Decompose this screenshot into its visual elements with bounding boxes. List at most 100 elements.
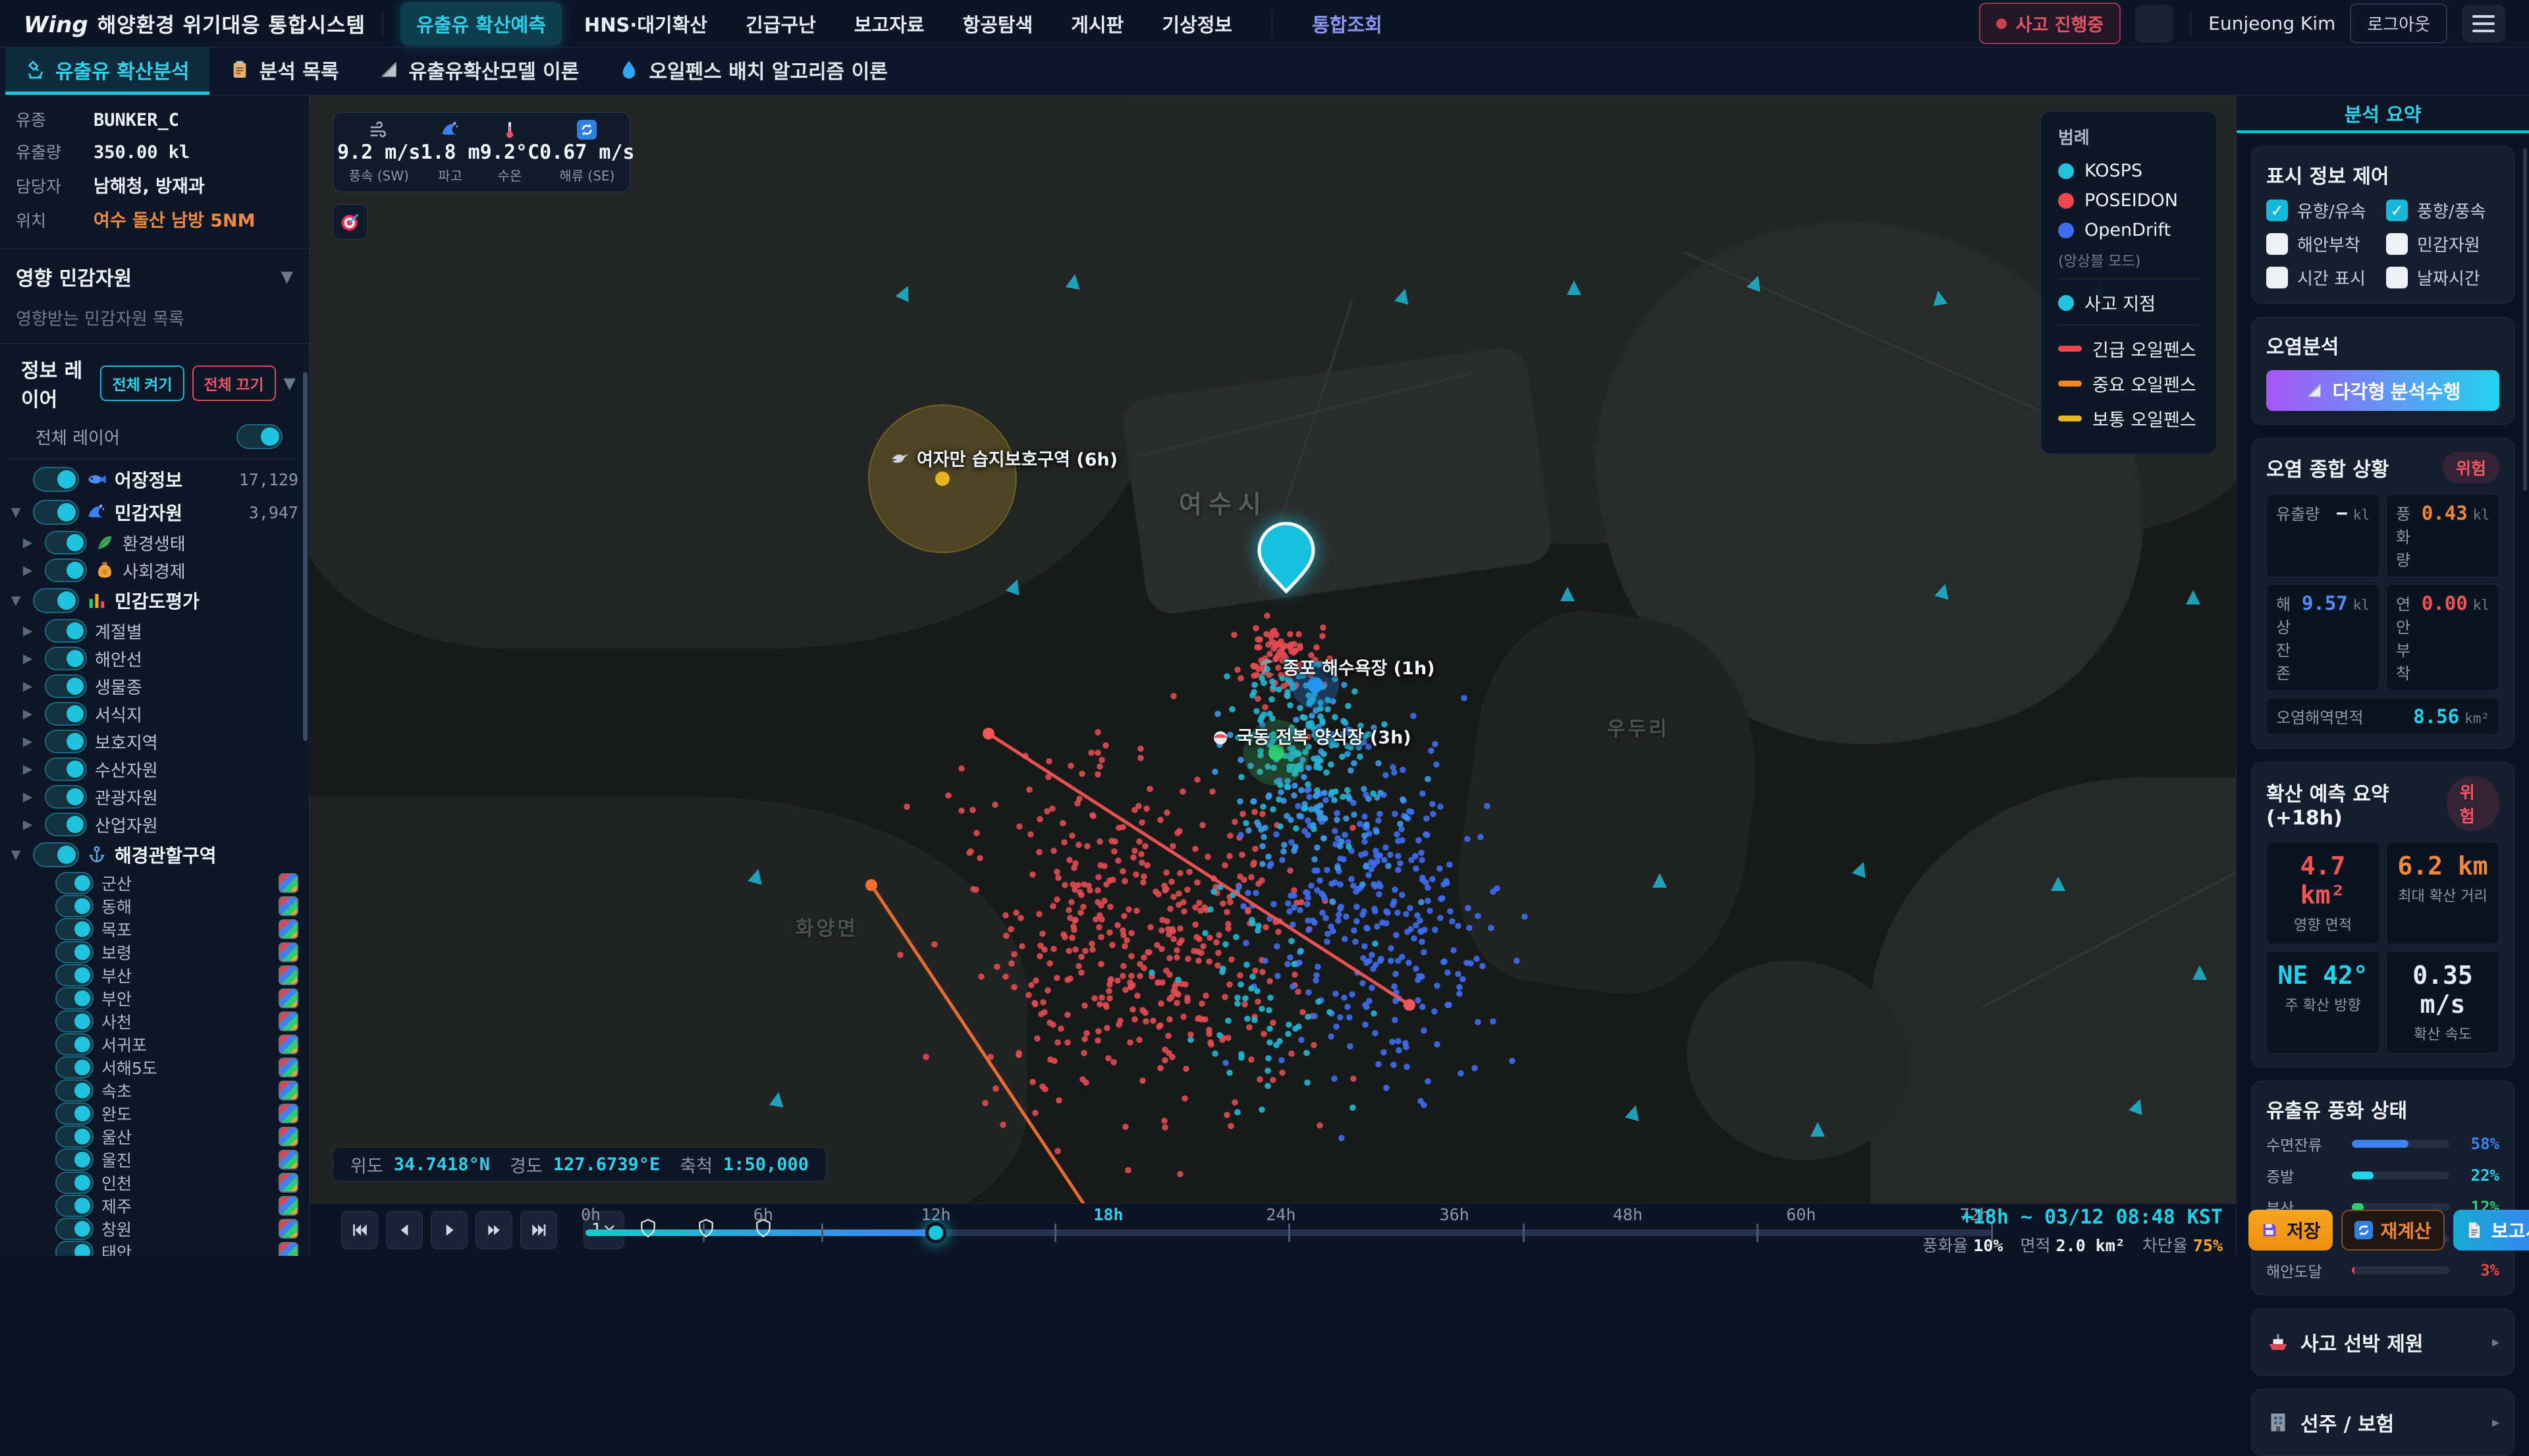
layer-row-해안선[interactable]: ▶해안선	[7, 645, 298, 672]
region-style-icon[interactable]	[279, 919, 298, 939]
skipstart-button[interactable]	[341, 1211, 378, 1249]
nav-item-긴급구난[interactable]: 긴급구난	[730, 2, 832, 45]
layer-toggle[interactable]	[55, 1010, 94, 1033]
layer-row-관광자원[interactable]: ▶관광자원	[7, 783, 298, 811]
layer-toggle[interactable]	[55, 964, 94, 986]
layer-row-창원[interactable]: 창원	[7, 1217, 298, 1240]
layer-toggle[interactable]	[45, 531, 87, 554]
layer-toggle[interactable]	[45, 757, 87, 781]
layer-toggle[interactable]	[55, 1102, 94, 1125]
layer-row-수산자원[interactable]: ▶수산자원	[7, 755, 298, 783]
layer-row-완도[interactable]: 완도	[7, 1102, 298, 1125]
layer-toggle[interactable]	[55, 1241, 94, 1256]
region-style-icon[interactable]	[279, 965, 298, 985]
layer-row-군산[interactable]: 군산	[7, 871, 298, 894]
layer-row-해경관할구역[interactable]: ▼해경관할구역	[7, 838, 298, 871]
layer-toggle[interactable]	[55, 1033, 94, 1056]
layer-toggle[interactable]	[55, 1056, 94, 1079]
layer-row-서식지[interactable]: ▶서식지	[7, 700, 298, 728]
layer-row-울진[interactable]: 울진	[7, 1148, 298, 1171]
layer-row-목포[interactable]: 목포	[7, 917, 298, 940]
layer-toggle[interactable]	[55, 872, 94, 894]
layer-row-계절별[interactable]: ▶계절별	[7, 617, 298, 645]
region-style-icon[interactable]	[279, 942, 298, 962]
layer-toggle[interactable]	[45, 813, 87, 836]
layer-toggle[interactable]	[55, 941, 94, 963]
region-style-icon[interactable]	[279, 1196, 298, 1216]
layer-row-서귀포[interactable]: 서귀포	[7, 1033, 298, 1056]
expand-arrow-icon[interactable]: ▼	[7, 505, 25, 520]
layer-toggle[interactable]	[45, 558, 87, 582]
rightpanel-scrollbar[interactable]	[2523, 148, 2527, 491]
region-style-icon[interactable]	[279, 988, 298, 1008]
checkbox-민감자원[interactable]: 민감자원	[2386, 232, 2499, 256]
layer-row-산업자원[interactable]: ▶산업자원	[7, 811, 298, 838]
layer-row-민감도평가[interactable]: ▼민감도평가	[7, 584, 298, 617]
region-style-icon[interactable]	[279, 896, 298, 916]
collapsed-card-선주 / 보험[interactable]: 선주 / 보험▸	[2251, 1389, 2515, 1456]
layer-row-울산[interactable]: 울산	[7, 1125, 298, 1148]
layer-row-태안[interactable]: 태안	[7, 1240, 298, 1256]
expand-arrow-icon[interactable]: ▶	[18, 679, 37, 693]
region-style-icon[interactable]	[279, 1173, 298, 1193]
region-style-icon[interactable]	[279, 1127, 298, 1146]
layer-row-부안[interactable]: 부안	[7, 986, 298, 1010]
recalc-button[interactable]: 재계산	[2341, 1210, 2445, 1251]
checkbox-풍향/풍속[interactable]: ✓풍향/풍속	[2386, 198, 2499, 223]
checkbox-시간 표시[interactable]: 시간 표시	[2266, 265, 2379, 290]
logout-button[interactable]: 로그아웃	[2350, 3, 2447, 43]
layer-toggle[interactable]	[55, 895, 94, 917]
layer-row-사천[interactable]: 사천	[7, 1010, 298, 1033]
region-style-icon[interactable]	[279, 1150, 298, 1170]
layer-toggle[interactable]	[55, 1079, 94, 1102]
layer-toggle[interactable]	[33, 500, 79, 525]
layer-toggle[interactable]	[55, 1148, 94, 1171]
skipend-button[interactable]	[520, 1211, 557, 1249]
tab-분석 목록[interactable]: 분석 목록	[209, 47, 359, 95]
tab-오일펜스 배치 알고리즘 이론[interactable]: 오일펜스 배치 알고리즘 이론	[599, 47, 908, 95]
layer-row-서해5도[interactable]: 서해5도	[7, 1056, 298, 1079]
layer-toggle[interactable]	[55, 1125, 94, 1148]
layer-row-환경생태[interactable]: ▶환경생태	[7, 529, 298, 556]
layer-toggle[interactable]	[55, 1218, 94, 1240]
layer-toggle[interactable]	[33, 842, 79, 867]
recenter-button[interactable]	[333, 204, 368, 240]
layer-row-생물종[interactable]: ▶생물종	[7, 672, 298, 700]
stepback-button[interactable]	[386, 1211, 423, 1249]
collapsed-card-사고 선박 제원[interactable]: 사고 선박 제원▸	[2251, 1308, 2515, 1376]
region-style-icon[interactable]	[279, 1081, 298, 1100]
checkbox-해안부착[interactable]: 해안부착	[2266, 232, 2379, 256]
layer-toggle[interactable]	[45, 619, 87, 643]
expand-arrow-icon[interactable]: ▶	[18, 707, 37, 721]
region-style-icon[interactable]	[279, 873, 298, 893]
layer-row-제주[interactable]: 제주	[7, 1194, 298, 1217]
layers-all-off-button[interactable]: 전체 끄기	[192, 365, 276, 401]
layer-row-동해[interactable]: 동해	[7, 894, 298, 917]
layer-row-보령[interactable]: 보령	[7, 940, 298, 963]
nav-item-유출유 확산예측[interactable]: 유출유 확산예측	[400, 2, 562, 45]
expand-arrow-icon[interactable]: ▶	[18, 624, 37, 638]
tab-유출유 확산분석[interactable]: 유출유 확산분석	[5, 47, 209, 95]
map-canvas[interactable]: 여수시화양면우두리 여자만 습지보호구역 (6h)종포 해수욕장 (1h)국동 …	[310, 95, 2236, 1203]
expand-arrow-icon[interactable]: ▼	[7, 593, 25, 608]
expand-arrow-icon[interactable]: ▶	[18, 563, 37, 578]
region-style-icon[interactable]	[279, 1058, 298, 1077]
layers-all-on-button[interactable]: 전체 켜기	[100, 365, 184, 401]
layer-toggle[interactable]	[33, 588, 79, 613]
region-style-icon[interactable]	[279, 1242, 298, 1256]
layer-row-인천[interactable]: 인천	[7, 1171, 298, 1194]
checkbox-유향/유속[interactable]: ✓유향/유속	[2266, 198, 2379, 223]
menu-button[interactable]	[2462, 5, 2505, 43]
layer-toggle[interactable]	[55, 987, 94, 1010]
expand-arrow-icon[interactable]: ▶	[18, 734, 37, 749]
layer-toggle[interactable]	[45, 674, 87, 698]
nav-item-항공탐색[interactable]: 항공탐색	[947, 2, 1049, 45]
polygon-analysis-button[interactable]: 다각형 분석수행	[2266, 370, 2499, 411]
play-button[interactable]	[431, 1211, 468, 1249]
expand-arrow-icon[interactable]: ▶	[18, 651, 37, 666]
layer-toggle[interactable]	[45, 702, 87, 726]
tab-유출유확산모델 이론[interactable]: 유출유확산모델 이론	[359, 47, 599, 95]
expand-arrow-icon[interactable]: ▶	[18, 535, 37, 550]
expand-arrow-icon[interactable]: ▶	[18, 817, 37, 832]
layer-toggle[interactable]	[45, 730, 87, 753]
